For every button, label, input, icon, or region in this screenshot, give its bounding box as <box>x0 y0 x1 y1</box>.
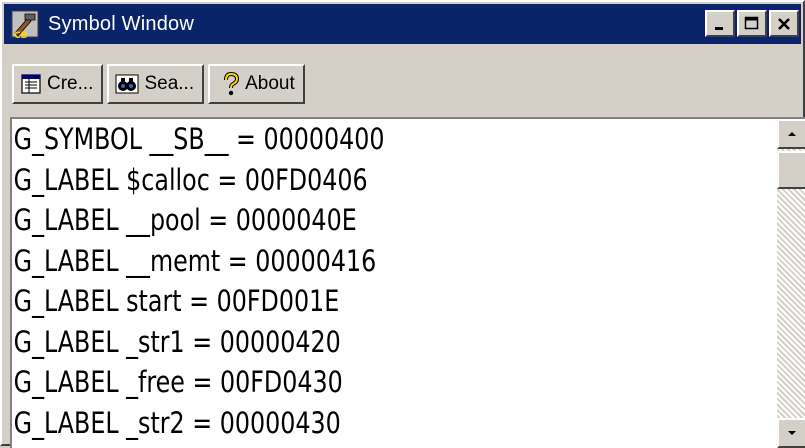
close-button[interactable] <box>769 10 799 37</box>
list-item[interactable]: G_LABEL start = 00FD001E <box>12 281 638 322</box>
scroll-down-button[interactable] <box>777 418 805 448</box>
toolbar: Cre... Sea... About <box>12 64 305 104</box>
list-item[interactable]: G_LABEL __memt = 00000416 <box>12 241 638 282</box>
question-mark-icon <box>224 72 240 96</box>
search-button-label: Sea... <box>144 73 195 94</box>
list-item[interactable]: G_LABEL _free = 00FD0430 <box>12 362 638 403</box>
arrow-down-icon <box>788 431 796 435</box>
maximize-button[interactable] <box>737 10 767 37</box>
symbol-list-items: G_SYMBOL __SB__ = 00000400 G_LABEL $call… <box>12 119 775 443</box>
maximize-icon <box>744 16 759 29</box>
about-button[interactable]: About <box>208 64 305 104</box>
title-bar[interactable]: CB Symbol Window <box>4 4 801 44</box>
list-item[interactable]: G_SYMBOL __SB__ = 00000400 <box>12 119 638 160</box>
close-icon <box>778 17 790 30</box>
create-button-label: Cre... <box>47 73 94 94</box>
create-button[interactable]: Cre... <box>12 64 104 104</box>
binoculars-icon <box>115 74 139 94</box>
window-title: Symbol Window <box>48 12 194 35</box>
list-item[interactable]: G_LABEL _str1 = 00000420 <box>12 322 638 363</box>
list-item[interactable]: G_LABEL __pool = 0000040E <box>12 200 638 241</box>
minimize-icon <box>715 26 723 30</box>
vertical-scrollbar[interactable] <box>777 119 805 448</box>
arrow-up-icon <box>788 132 796 136</box>
list-item[interactable]: G_LABEL _str2 = 00000430 <box>12 403 638 444</box>
list-item[interactable]: G_LABEL $calloc = 00FD0406 <box>12 160 638 201</box>
search-button[interactable]: Sea... <box>107 64 205 104</box>
window-controls <box>705 10 799 37</box>
scroll-thumb[interactable] <box>777 151 805 189</box>
minimize-button[interactable] <box>705 10 735 37</box>
cb-hammer-icon[interactable]: CB <box>10 9 40 41</box>
symbol-window: CB Symbol Window Cre... Sea... About G_S… <box>0 0 805 448</box>
document-list-icon <box>21 74 41 94</box>
symbol-list[interactable]: G_SYMBOL __SB__ = 00000400 G_LABEL $call… <box>10 117 805 448</box>
svg-text:CB: CB <box>14 31 28 39</box>
about-button-label: About <box>245 73 295 94</box>
scroll-up-button[interactable] <box>777 119 805 149</box>
